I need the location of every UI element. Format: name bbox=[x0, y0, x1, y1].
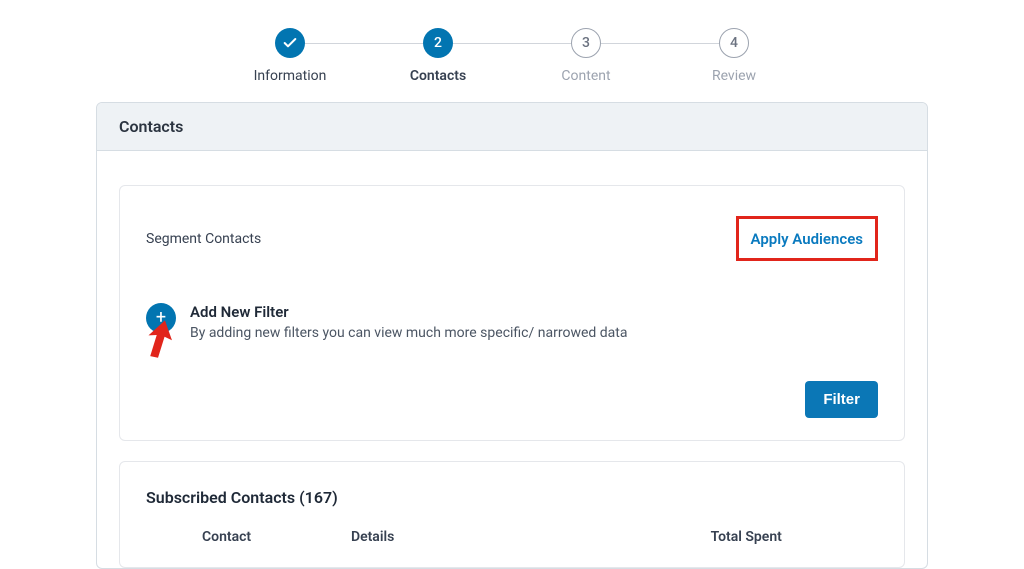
panel-title: Contacts bbox=[97, 103, 927, 151]
filter-button-row: Filter bbox=[146, 381, 878, 418]
apply-audiences-link[interactable]: Apply Audiences bbox=[751, 230, 863, 248]
step-label: Contacts bbox=[410, 68, 466, 84]
step-connector bbox=[305, 43, 423, 44]
step-connector bbox=[601, 43, 719, 44]
step-contacts[interactable]: 2 Contacts bbox=[364, 28, 512, 84]
check-icon bbox=[282, 35, 298, 51]
filter-button[interactable]: Filter bbox=[805, 381, 878, 418]
segment-title: Segment Contacts bbox=[146, 231, 261, 247]
step-circle-done bbox=[275, 28, 305, 58]
step-information[interactable]: Information bbox=[216, 28, 364, 84]
column-details: Details bbox=[351, 529, 615, 545]
add-filter-texts: Add New Filter By adding new filters you… bbox=[190, 303, 627, 341]
add-filter-row[interactable]: + Add New Filter By adding new filters y… bbox=[146, 303, 878, 341]
plus-icon[interactable]: + bbox=[146, 303, 176, 333]
add-filter-title: Add New Filter bbox=[190, 303, 627, 321]
step-review[interactable]: 4 Review bbox=[660, 28, 808, 84]
subscribed-card: Subscribed Contacts (167) Contact Detail… bbox=[119, 461, 905, 568]
stepper: Information 2 Contacts 3 Content 4 Revie… bbox=[0, 0, 1024, 102]
step-connector bbox=[453, 43, 571, 44]
segment-card: Segment Contacts Apply Audiences + Add N… bbox=[119, 185, 905, 441]
step-circle-active: 2 bbox=[423, 28, 453, 58]
step-circle-pending: 3 bbox=[571, 28, 601, 58]
subscribed-title: Subscribed Contacts (167) bbox=[146, 488, 878, 507]
step-content[interactable]: 3 Content bbox=[512, 28, 660, 84]
step-label: Information bbox=[254, 68, 327, 84]
table-header: Contact Details Total Spent bbox=[146, 529, 878, 557]
apply-audiences-highlight: Apply Audiences bbox=[736, 216, 878, 261]
step-circle-pending: 4 bbox=[719, 28, 749, 58]
step-label: Content bbox=[561, 68, 610, 84]
column-total-spent: Total Spent bbox=[614, 529, 878, 545]
add-filter-description: By adding new filters you can view much … bbox=[190, 325, 627, 341]
contacts-panel: Contacts Segment Contacts Apply Audience… bbox=[96, 102, 928, 569]
segment-header-row: Segment Contacts Apply Audiences bbox=[146, 216, 878, 261]
column-contact: Contact bbox=[146, 529, 351, 545]
step-label: Review bbox=[712, 68, 756, 84]
